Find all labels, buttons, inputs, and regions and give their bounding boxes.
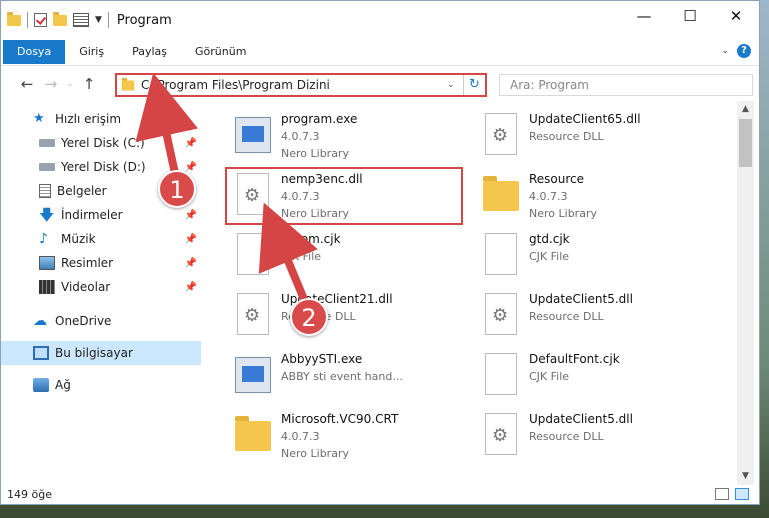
arrow-to-file	[258, 202, 318, 306]
arrow-to-address-bar	[135, 72, 199, 179]
step-badge-1: 1	[158, 170, 196, 208]
annotation-arrows	[135, 72, 318, 306]
step-badge-2: 2	[290, 298, 328, 336]
